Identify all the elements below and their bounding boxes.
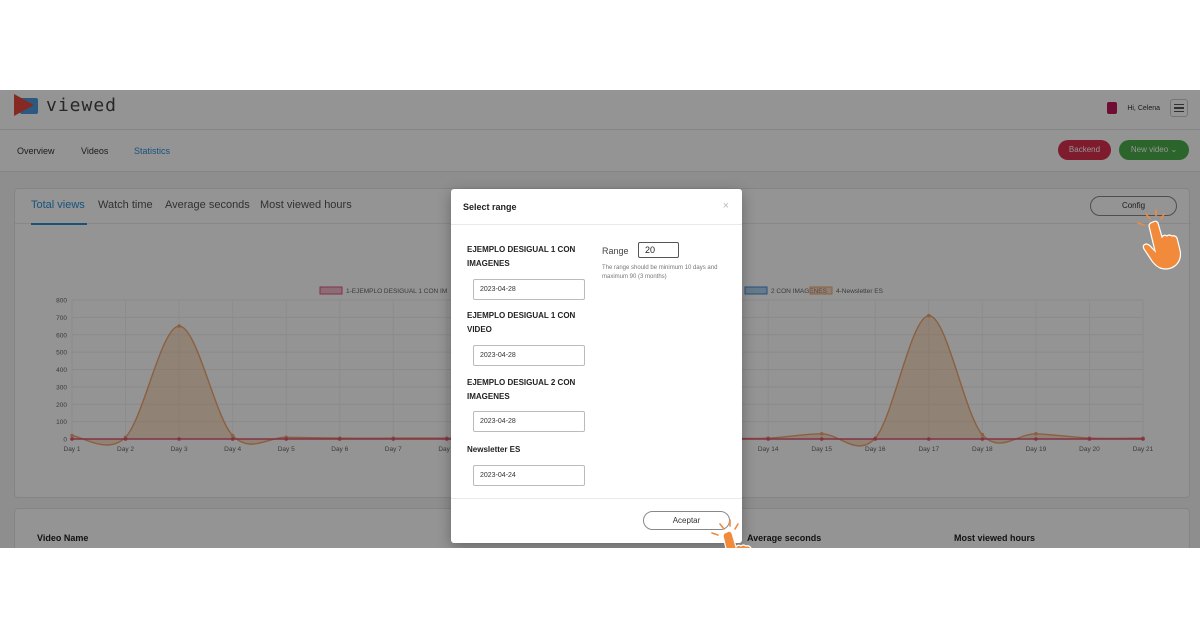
video-label-2: EJEMPLO DESIGUAL 1 CON VIDEO xyxy=(467,311,576,334)
video-label-4: Newsletter ES xyxy=(467,445,521,454)
modal-header: Select range × xyxy=(451,189,742,225)
modal-title: Select range xyxy=(463,202,517,212)
app-stage: viewed Hi, Celena Overview Videos Statis… xyxy=(0,90,1200,548)
pointing-hand-icon-config xyxy=(1137,209,1182,270)
range-hint: The range should be minimum 10 days and … xyxy=(602,265,718,280)
date-input-3[interactable]: 2023-04-28 xyxy=(473,411,585,432)
range-input[interactable]: 20 xyxy=(638,242,679,258)
date-input-4[interactable]: 2023-04-24 xyxy=(473,465,585,486)
close-icon[interactable]: × xyxy=(723,200,729,212)
date-input-1[interactable]: 2023-04-28 xyxy=(473,279,585,300)
video-label-3: EJEMPLO DESIGUAL 2 CON IMAGENES xyxy=(467,378,576,401)
date-input-2[interactable]: 2023-04-28 xyxy=(473,345,585,366)
range-label: Range xyxy=(602,246,629,256)
select-range-modal: Select range × EJEMPLO DESIGUAL 1 CON IM… xyxy=(451,189,742,543)
video-label-1: EJEMPLO DESIGUAL 1 CON IMAGENES xyxy=(467,245,576,268)
modal-footer-divider xyxy=(451,498,742,499)
pointing-hand-icon-accept xyxy=(711,519,752,548)
